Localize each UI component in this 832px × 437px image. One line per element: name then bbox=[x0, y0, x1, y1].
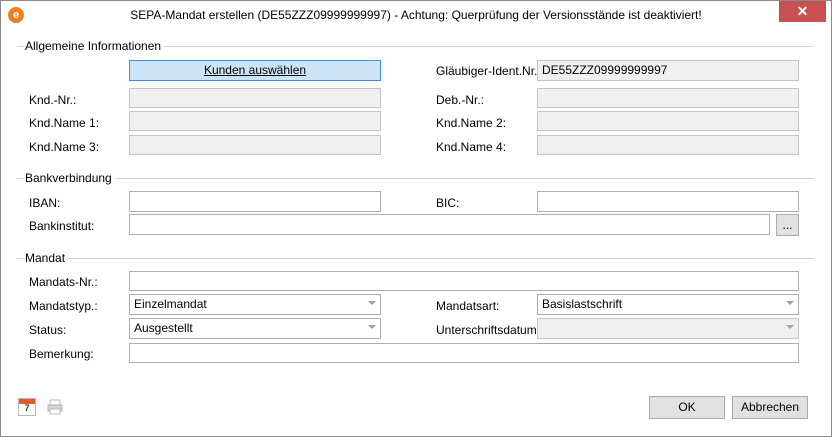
remark-label: Bemerkung: bbox=[29, 347, 94, 361]
pick-customer-button[interactable]: Kunden auswählen bbox=[129, 60, 381, 81]
bankinstitut-browse-button[interactable]: ... bbox=[776, 214, 799, 236]
chevron-down-icon bbox=[368, 325, 376, 329]
bankinstitut-label: Bankinstitut: bbox=[29, 219, 95, 233]
mandate-art-label: Mandatsart: bbox=[436, 299, 500, 313]
calendar-icon[interactable]: 7 bbox=[18, 398, 36, 416]
knd-name4-label: Knd.Name 4: bbox=[436, 140, 507, 154]
mandate-art-value: Basislastschrift bbox=[542, 297, 623, 311]
status-select[interactable]: Ausgestellt bbox=[129, 318, 381, 339]
iban-label: IBAN: bbox=[29, 196, 61, 210]
knd-name2-label: Knd.Name 2: bbox=[436, 116, 507, 130]
section-title-general: Allgemeine Informationen bbox=[25, 39, 165, 53]
knd-nr-label: Knd.-Nr.: bbox=[29, 93, 77, 107]
mandate-type-select[interactable]: Einzelmandat bbox=[129, 294, 381, 315]
bankinstitut-input[interactable] bbox=[129, 214, 770, 235]
dialog-window: e SEPA-Mandat erstellen (DE55ZZZ09999999… bbox=[0, 0, 832, 437]
bic-label: BIC: bbox=[436, 196, 460, 210]
remark-input[interactable] bbox=[129, 343, 799, 363]
ok-button[interactable]: OK bbox=[649, 396, 725, 419]
knd-name2-field bbox=[537, 111, 799, 131]
chevron-down-icon bbox=[786, 325, 794, 329]
glaeubiger-label: Gläubiger-Ident.Nr.: bbox=[436, 64, 541, 78]
mandate-art-select[interactable]: Basislastschrift bbox=[537, 294, 799, 315]
deb-nr-label: Deb.-Nr.: bbox=[436, 93, 485, 107]
title-bar: e SEPA-Mandat erstellen (DE55ZZZ09999999… bbox=[1, 1, 831, 29]
deb-nr-field bbox=[537, 88, 799, 108]
iban-input[interactable] bbox=[129, 191, 381, 212]
printer-icon[interactable] bbox=[46, 398, 64, 416]
section-title-mandate: Mandat bbox=[25, 251, 69, 265]
cancel-button[interactable]: Abbrechen bbox=[732, 396, 808, 419]
mandate-nr-input[interactable] bbox=[129, 271, 799, 291]
section-title-bank: Bankverbindung bbox=[25, 171, 115, 185]
chevron-down-icon bbox=[368, 301, 376, 305]
window-title: SEPA-Mandat erstellen (DE55ZZZ0999999999… bbox=[130, 8, 702, 22]
mandate-type-label: Mandatstyp.: bbox=[29, 299, 98, 313]
status-value: Ausgestellt bbox=[134, 321, 193, 335]
section-divider-mandate bbox=[17, 258, 814, 259]
sign-date-select bbox=[537, 318, 799, 339]
knd-name4-field bbox=[537, 135, 799, 155]
mandate-type-value: Einzelmandat bbox=[134, 297, 207, 311]
knd-name3-field bbox=[129, 135, 381, 155]
chevron-down-icon bbox=[786, 301, 794, 305]
mandate-nr-label: Mandats-Nr.: bbox=[29, 275, 98, 289]
sign-date-label: Unterschriftsdatum: bbox=[436, 323, 541, 337]
status-label: Status: bbox=[29, 323, 67, 337]
knd-name1-field bbox=[129, 111, 381, 131]
section-divider-bank bbox=[17, 178, 814, 179]
knd-name3-label: Knd.Name 3: bbox=[29, 140, 100, 154]
bic-input[interactable] bbox=[537, 191, 799, 212]
knd-nr-field bbox=[129, 88, 381, 108]
close-button[interactable]: ✕ bbox=[779, 1, 826, 22]
close-icon: ✕ bbox=[796, 3, 809, 19]
glaeubiger-field: DE55ZZZ09999999997 bbox=[537, 60, 799, 81]
knd-name1-label: Knd.Name 1: bbox=[29, 116, 100, 130]
